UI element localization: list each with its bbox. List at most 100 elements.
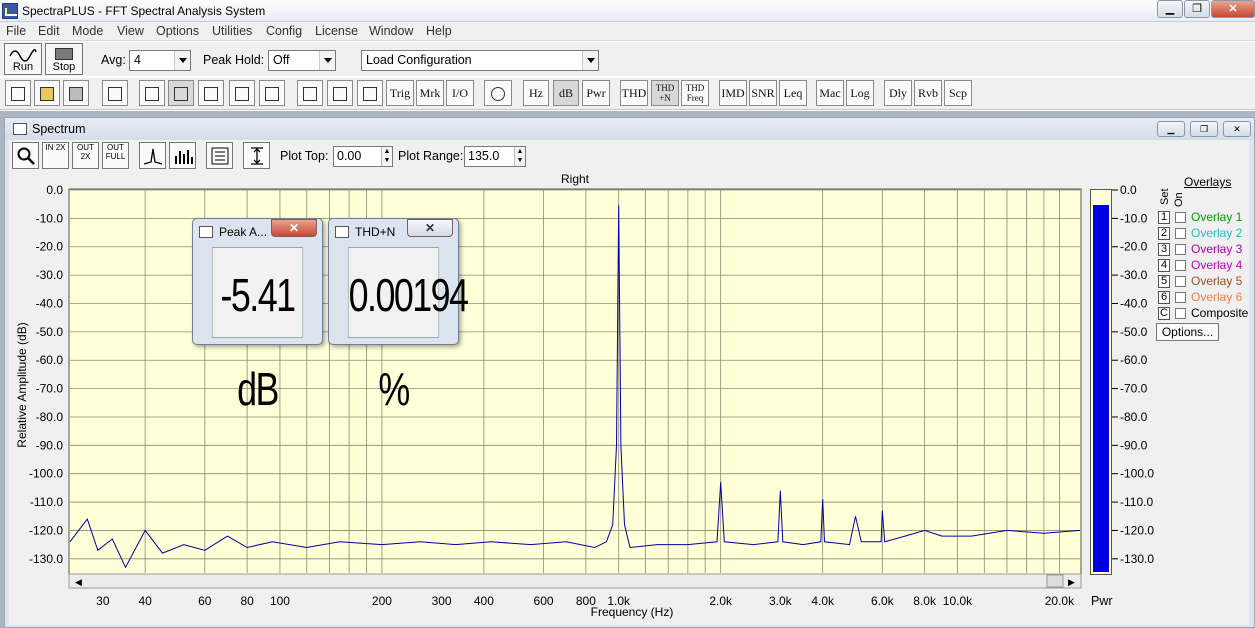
close-icon[interactable]: ✕ bbox=[407, 219, 453, 237]
menu-mode[interactable]: Mode bbox=[72, 24, 103, 38]
overlay-set-button[interactable]: C bbox=[1158, 307, 1170, 320]
menu-help[interactable]: Help bbox=[426, 24, 452, 38]
avg-select[interactable]: 4 bbox=[129, 50, 191, 71]
app-icon bbox=[2, 3, 18, 19]
scale-button[interactable] bbox=[327, 80, 353, 106]
printer-icon bbox=[108, 87, 122, 102]
peak-amplitude-window[interactable]: Peak A... ✕ -5.41 dB bbox=[192, 218, 323, 415]
overlay-checkbox[interactable] bbox=[1175, 260, 1186, 271]
thd-freq-button[interactable]: THD Freq bbox=[681, 80, 709, 106]
configuration-value: Load Configuration bbox=[366, 53, 472, 67]
settings-button[interactable] bbox=[297, 80, 323, 106]
menu-window[interactable]: Window bbox=[369, 24, 413, 38]
overlay-checkbox[interactable] bbox=[1175, 244, 1186, 255]
db-button[interactable]: dB bbox=[553, 80, 579, 106]
spectrum-icon bbox=[174, 87, 188, 102]
overlay-set-button[interactable]: 4 bbox=[1158, 259, 1170, 272]
thdn-window[interactable]: THD+N ✕ 0.00194 % bbox=[328, 218, 469, 415]
spectrogram-button[interactable] bbox=[229, 80, 255, 106]
menu-config[interactable]: Config bbox=[266, 24, 302, 38]
overlay-set-button[interactable]: 5 bbox=[1158, 275, 1170, 288]
bar-plot-button[interactable] bbox=[169, 142, 196, 169]
overlay-checkbox[interactable] bbox=[1175, 228, 1186, 239]
zoom-in-button[interactable]: IN 2X bbox=[42, 142, 69, 169]
spectrum-minimize-button[interactable]: ▁ bbox=[1157, 121, 1185, 137]
scp-button[interactable]: Scp bbox=[944, 80, 972, 106]
plot-properties-button[interactable] bbox=[206, 142, 233, 169]
menu-edit[interactable]: Edit bbox=[38, 24, 60, 38]
3d-surface-button[interactable] bbox=[259, 80, 285, 106]
close-icon[interactable]: ✕ bbox=[271, 219, 317, 237]
spinner-icon[interactable]: ▲ ▼ bbox=[381, 147, 392, 166]
menu-utilities[interactable]: Utilities bbox=[212, 24, 252, 38]
zoom-full-button[interactable]: OUT FULL bbox=[102, 142, 129, 169]
overlay-checkbox[interactable] bbox=[1175, 308, 1186, 319]
overlay-checkbox[interactable] bbox=[1175, 276, 1186, 287]
overlay-options-button[interactable]: Options... bbox=[1156, 323, 1219, 341]
maximize-button[interactable]: ❐ bbox=[1184, 0, 1210, 18]
stop-button[interactable]: Stop bbox=[45, 43, 83, 75]
overlay-set-button[interactable]: 1 bbox=[1158, 211, 1170, 224]
time-series-button[interactable] bbox=[198, 80, 224, 106]
mrk-button[interactable]: Mrk bbox=[416, 80, 444, 106]
zoom-out-button[interactable]: OUT 2X bbox=[72, 142, 99, 169]
spectrum-button[interactable] bbox=[168, 80, 194, 106]
overlay-label: Overlay 6 bbox=[1191, 290, 1243, 304]
menu-license[interactable]: License bbox=[315, 24, 358, 38]
minimize-button[interactable]: ▁ bbox=[1157, 0, 1183, 18]
configuration-select[interactable]: Load Configuration bbox=[361, 50, 599, 71]
overlay-set-button[interactable]: 2 bbox=[1158, 227, 1170, 240]
overlay-label: Overlay 4 bbox=[1191, 258, 1243, 272]
spectrum-close-button[interactable]: ✕ bbox=[1223, 121, 1251, 137]
snr-button[interactable]: SNR bbox=[749, 80, 777, 106]
peak-amplitude-titlebar: Peak A... ✕ bbox=[193, 219, 322, 243]
spinner-icon[interactable]: ▲ ▼ bbox=[514, 147, 525, 166]
scale-range-button[interactable] bbox=[243, 142, 270, 169]
line-plot-button[interactable] bbox=[139, 142, 166, 169]
spectrum-title: Spectrum bbox=[32, 122, 86, 136]
spectrum-restore-button[interactable]: ❐ bbox=[1190, 121, 1218, 137]
calibrate-button[interactable] bbox=[357, 80, 383, 106]
menu-options[interactable]: Options bbox=[156, 24, 199, 38]
surface-icon bbox=[265, 87, 279, 102]
zoom-button[interactable] bbox=[12, 142, 39, 169]
new-button[interactable] bbox=[5, 80, 31, 106]
signal-button[interactable] bbox=[139, 80, 165, 106]
time-series-icon bbox=[204, 87, 218, 102]
plot-range-input[interactable]: 135.0 ▲ ▼ bbox=[464, 146, 526, 167]
signal-icon bbox=[145, 87, 159, 102]
menu-view[interactable]: View bbox=[117, 24, 144, 38]
leq-button[interactable]: Leq bbox=[779, 80, 807, 106]
close-button[interactable]: ✕ bbox=[1211, 0, 1255, 18]
thdn-button[interactable]: THD +N bbox=[651, 80, 679, 106]
open-button[interactable] bbox=[34, 80, 60, 106]
print-button[interactable] bbox=[102, 80, 128, 106]
triangle-icon bbox=[363, 87, 377, 102]
power-meter-scale: 0.0 -10.0 -20.0 -30.0 -40.0 -50.0 -60.0 -70.0 -8… bbox=[1112, 183, 1154, 566]
trig-button[interactable]: Trig bbox=[386, 80, 414, 106]
overlay-checkbox[interactable] bbox=[1175, 212, 1186, 223]
rvb-button[interactable]: Rvb bbox=[914, 80, 942, 106]
dly-button[interactable]: Dly bbox=[884, 80, 912, 106]
mac-button[interactable]: Mac bbox=[816, 80, 844, 106]
log-button[interactable]: Log bbox=[846, 80, 874, 106]
overlay-label: Overlay 3 bbox=[1191, 242, 1243, 256]
overlay-checkbox[interactable] bbox=[1175, 292, 1186, 303]
plot-top-value: 0.00 bbox=[337, 149, 362, 163]
hz-button[interactable]: Hz bbox=[523, 80, 549, 106]
spectrum-window-icon bbox=[13, 123, 27, 135]
plot-top-input[interactable]: 0.00 ▲ ▼ bbox=[333, 146, 393, 167]
pwr-button[interactable]: Pwr bbox=[582, 80, 610, 106]
overlay-set-button[interactable]: 6 bbox=[1158, 291, 1170, 304]
io-button[interactable]: I/O bbox=[446, 80, 474, 106]
run-button[interactable]: Run bbox=[4, 43, 42, 75]
peak-hold-select[interactable]: Off bbox=[268, 50, 336, 71]
overlay-set-button[interactable]: 3 bbox=[1158, 243, 1170, 256]
imd-button[interactable]: IMD bbox=[719, 80, 747, 106]
avg-label: Avg: bbox=[101, 53, 126, 67]
signal-generator-button[interactable] bbox=[484, 80, 512, 106]
menu-file[interactable]: File bbox=[6, 24, 26, 38]
save-button[interactable] bbox=[63, 80, 89, 106]
thdn-titlebar: THD+N ✕ bbox=[329, 219, 458, 243]
thd-button[interactable]: THD bbox=[620, 80, 648, 106]
